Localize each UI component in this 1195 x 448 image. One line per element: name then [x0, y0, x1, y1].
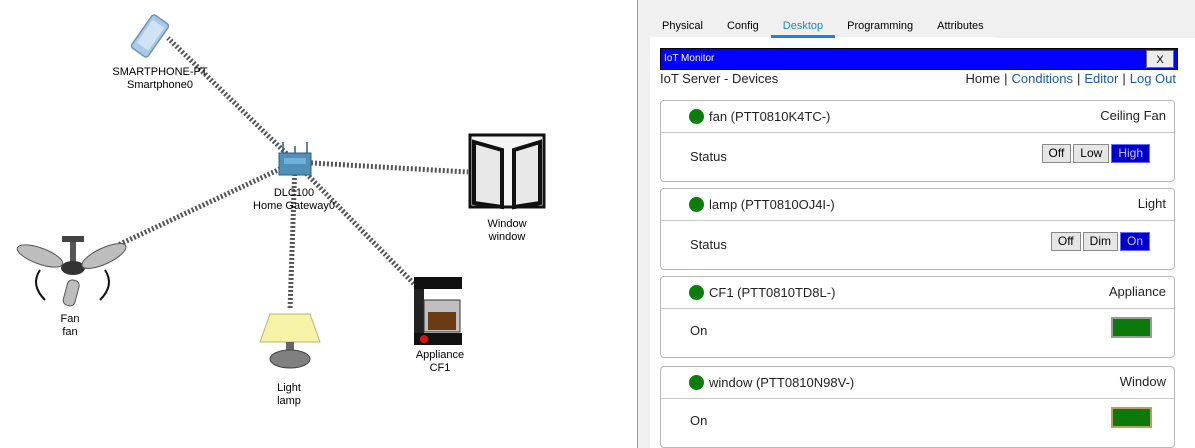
fan-off-button[interactable]: Off: [1041, 144, 1072, 163]
tab-bar: Physical Config Desktop Programming Attr…: [650, 14, 996, 38]
device-card-header[interactable]: fan (PTT0810K4TC-) Ceiling Fan: [661, 101, 1174, 133]
device-name: window (PTT0810N98V-): [709, 375, 855, 390]
window-label: Window window: [487, 218, 526, 244]
lamp-icon[interactable]: [259, 313, 321, 369]
device-name: CF1 (PTT0810TD8L-): [709, 285, 836, 300]
window-name: window: [488, 231, 526, 243]
device-name: fan (PTT0810K4TC-): [709, 109, 831, 124]
gateway-name: Home Gateway0: [253, 200, 335, 212]
device-card-lamp: lamp (PTT0810OJ4I-) Light Status Off Dim…: [660, 188, 1175, 270]
topology-svg: [15, 14, 546, 369]
status-online-icon: [689, 197, 704, 212]
smartphone-name: Smartphone0: [126, 79, 194, 91]
nav-conditions-link[interactable]: Conditions: [1012, 71, 1073, 86]
nav-logout-link[interactable]: Log Out: [1130, 71, 1176, 86]
link-appliance: [293, 160, 422, 292]
home-gateway-icon[interactable]: [278, 142, 312, 176]
light-label: Light lamp: [277, 382, 301, 408]
status-online-icon: [689, 285, 704, 300]
device-card-fan: fan (PTT0810K4TC-) Ceiling Fan Status Of…: [660, 100, 1175, 182]
on-label: On: [690, 323, 708, 338]
device-name: lamp (PTT0810OJ4I-): [709, 197, 835, 212]
ceiling-fan-icon[interactable]: [15, 236, 129, 307]
window-model: Window: [487, 218, 527, 230]
nav-separator: |: [1004, 71, 1008, 86]
appliance-label: Appliance CF1: [416, 349, 464, 375]
nav-separator: |: [1122, 71, 1126, 86]
fan-label: Fan fan: [61, 313, 80, 339]
iot-monitor-title: IoT Monitor: [664, 53, 715, 64]
desktop-panel: IoT Monitor X IoT Server - Devices Home |…: [650, 38, 1195, 448]
device-card-cf1: CF1 (PTT0810TD8L-) Appliance On: [660, 276, 1175, 358]
tab-attributes[interactable]: Attributes: [925, 14, 996, 38]
fan-low-button[interactable]: Low: [1073, 144, 1110, 163]
link-window: [294, 159, 469, 175]
status-label: Status: [690, 237, 727, 252]
device-card-header[interactable]: lamp (PTT0810OJ4I-) Light: [661, 189, 1174, 221]
fan-model: Fan: [60, 313, 80, 325]
status-online-icon: [689, 109, 704, 124]
nav-separator: |: [1076, 71, 1081, 86]
link-smartphone: [166, 36, 297, 164]
light-name: lamp: [277, 395, 301, 407]
topology-canvas[interactable]: SMARTPHONE-PT Smartphone0 DLC100 Home Ga…: [0, 0, 636, 448]
light-model: Light: [277, 382, 301, 394]
server-title: IoT Server - Devices: [660, 71, 779, 86]
link-light: [287, 161, 298, 311]
appliance-model: Appliance: [415, 349, 465, 361]
fan-high-button[interactable]: High: [1111, 144, 1150, 163]
lamp-on-button[interactable]: On: [1119, 232, 1150, 251]
gateway-label: DLC100 Home Gateway0: [253, 187, 335, 213]
device-type: Appliance: [1108, 284, 1166, 299]
lamp-dim-button[interactable]: Dim: [1082, 232, 1118, 251]
fan-speed-buttons: Off Low High: [1041, 144, 1153, 163]
smartphone-model: SMARTPHONE-PT: [112, 66, 208, 78]
iot-monitor-titlebar: IoT Monitor X: [660, 48, 1178, 70]
nav-home-link[interactable]: Home: [965, 71, 1000, 86]
device-type: Light: [1137, 196, 1166, 211]
appliance-name: CF1: [429, 362, 451, 374]
server-nav: Home | Conditions | Editor | Log Out: [965, 71, 1176, 86]
device-card-window: window (PTT0810N98V-) Window On: [660, 366, 1175, 448]
window-icon[interactable]: [468, 133, 546, 210]
device-type: Window: [1119, 374, 1166, 389]
cf1-on-toggle[interactable]: [1111, 317, 1152, 338]
tab-physical[interactable]: Physical: [650, 14, 715, 38]
window-on-toggle[interactable]: [1111, 407, 1152, 428]
nav-editor-link[interactable]: Editor: [1084, 71, 1118, 86]
tab-config[interactable]: Config: [714, 14, 771, 38]
coffee-maker-icon[interactable]: [414, 277, 462, 345]
fan-name: fan: [62, 326, 78, 338]
tab-programming[interactable]: Programming: [835, 14, 926, 38]
smartphone-icon[interactable]: [130, 14, 170, 58]
lamp-off-button[interactable]: Off: [1050, 232, 1081, 251]
gateway-model: DLC100: [273, 187, 315, 199]
close-button[interactable]: X: [1146, 50, 1174, 68]
on-label: On: [690, 413, 708, 428]
smartphone-label: SMARTPHONE-PT Smartphone0: [112, 66, 207, 92]
device-window: Physical Config Desktop Programming Attr…: [637, 0, 1195, 448]
lamp-state-buttons: Off Dim On: [1050, 232, 1152, 251]
device-card-header[interactable]: window (PTT0810N98V-) Window: [661, 367, 1174, 399]
device-type: Ceiling Fan: [1100, 108, 1166, 123]
status-label: Status: [690, 149, 727, 164]
device-card-header[interactable]: CF1 (PTT0810TD8L-) Appliance: [661, 277, 1174, 309]
status-online-icon: [689, 375, 704, 390]
tab-desktop[interactable]: Desktop: [770, 14, 836, 38]
